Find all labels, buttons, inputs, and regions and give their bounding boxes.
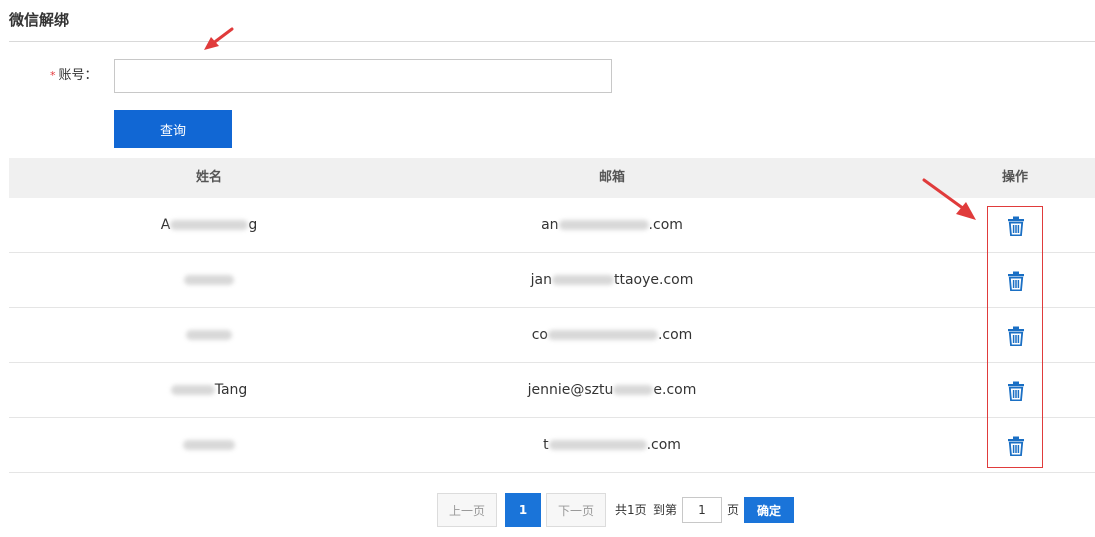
- required-mark: *: [50, 69, 56, 82]
- prev-page-button[interactable]: 上一页: [437, 493, 497, 527]
- email-visible-start: co: [531, 327, 548, 343]
- email-cell: t .com: [409, 418, 815, 472]
- page-number-input[interactable]: 1: [682, 497, 722, 523]
- blurred-text: [613, 385, 654, 395]
- total-pages-text: 共1页: [615, 503, 647, 517]
- table-row: co .com: [9, 308, 1095, 363]
- email-visible-start: jan: [530, 272, 552, 288]
- name-cell: [9, 418, 409, 472]
- annotation-arrow-action: [922, 178, 976, 220]
- blurred-text: [548, 440, 647, 450]
- table-row: Tang jennie@sztu e.com: [9, 363, 1095, 418]
- blurred-text: [170, 385, 215, 395]
- page-title: 微信解绑: [9, 11, 70, 29]
- next-page-button[interactable]: 下一页: [546, 493, 606, 527]
- blurred-text: [186, 330, 232, 340]
- name-cell: [9, 253, 409, 307]
- name-cell: Ag: [9, 198, 409, 252]
- annotation-arrow-input: [204, 27, 234, 50]
- blurred-text: [183, 440, 235, 450]
- name-cell: Tang: [9, 363, 409, 417]
- email-visible-end: .com: [657, 327, 693, 343]
- email-cell: co .com: [409, 308, 815, 362]
- blurred-text: [547, 330, 658, 340]
- goto-label: 到第: [653, 503, 678, 517]
- email-visible-start: t: [543, 437, 549, 453]
- table-row: t .com: [9, 418, 1095, 473]
- account-label-text: 账号：: [58, 68, 98, 83]
- page-unit-label: 页: [727, 503, 740, 517]
- email-cell: jan ttaoye.com: [409, 253, 815, 307]
- name-visible-end: Tang: [214, 382, 248, 398]
- title-divider: [9, 41, 1095, 42]
- account-label: * 账号：: [50, 67, 98, 85]
- blurred-text: [170, 220, 249, 230]
- query-button[interactable]: 查询: [114, 110, 232, 148]
- page-1-button[interactable]: 1: [505, 493, 541, 527]
- email-visible-start: jennie@sztu: [527, 382, 614, 398]
- email-visible-start: an: [541, 217, 559, 233]
- email-visible-end: ttaoye.com: [613, 272, 694, 288]
- email-cell: an .com: [409, 198, 815, 252]
- blurred-text: [551, 275, 614, 285]
- table-row: jan ttaoye.com: [9, 253, 1095, 308]
- name-visible-end: g: [248, 217, 258, 233]
- name-cell: [9, 308, 409, 362]
- header-email: 邮箱: [598, 170, 625, 185]
- confirm-button[interactable]: 确定: [744, 497, 794, 523]
- name-visible-start: A: [160, 217, 171, 233]
- email-cell: jennie@sztu e.com: [409, 363, 815, 417]
- email-visible-end: .com: [646, 437, 681, 453]
- email-visible-end: e.com: [653, 382, 697, 398]
- annotation-highlight-box: [987, 206, 1043, 468]
- blurred-text: [558, 220, 649, 230]
- header-name: 姓名: [195, 170, 222, 185]
- account-input[interactable]: [114, 59, 612, 93]
- email-visible-end: .com: [648, 217, 683, 233]
- blurred-text: [184, 275, 234, 285]
